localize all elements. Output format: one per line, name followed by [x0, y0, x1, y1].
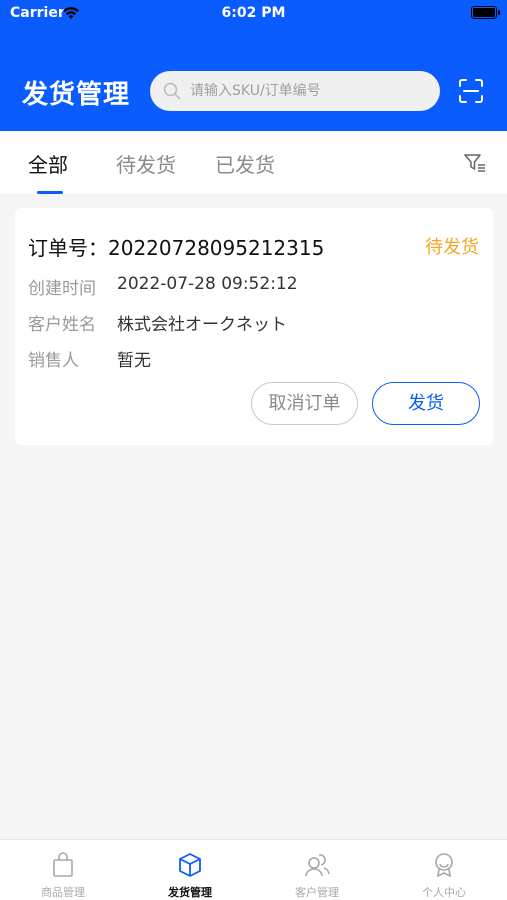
created-time-value: 2022-07-28 09:52:12 — [117, 274, 298, 294]
status-bar: Carrier 6:02 PM — [0, 0, 507, 28]
customer-name-value: 株式会社オークネット — [117, 315, 287, 335]
search-icon — [162, 81, 182, 105]
bag-icon — [51, 852, 75, 882]
cancel-order-button[interactable]: 取消订单 — [251, 382, 358, 425]
scan-icon[interactable] — [457, 77, 485, 109]
customer-name-label: 客户姓名 — [28, 315, 96, 335]
tab-pending[interactable]: 待发货 — [116, 149, 176, 178]
search-input[interactable] — [190, 71, 430, 111]
nav-label-products: 商品管理 — [41, 886, 85, 899]
order-number-value: 20220728095212315 — [108, 236, 325, 260]
page-title: 发货管理 — [22, 80, 131, 110]
nav-item-customers[interactable]: 客户管理 — [254, 840, 380, 900]
nav-label-profile: 个人中心 — [422, 886, 466, 899]
clock: 6:02 PM — [221, 5, 286, 21]
nav-item-products[interactable]: 商品管理 — [0, 840, 126, 900]
order-card: 订单号：20220728095212315 待发货 创建时间 2022-07-2… — [15, 208, 493, 445]
nav-item-profile[interactable]: 个人中心 — [381, 840, 507, 900]
bottom-nav: 商品管理 发货管理 客户管理 个人中心 — [0, 839, 507, 900]
salesperson-value: 暂无 — [117, 351, 151, 371]
search-bar[interactable] — [150, 71, 440, 111]
order-status-badge: 待发货 — [425, 237, 479, 258]
battery-icon — [471, 6, 500, 19]
ship-button[interactable]: 发货 — [372, 382, 480, 425]
filter-icon[interactable] — [463, 152, 487, 178]
created-time-label: 创建时间 — [28, 279, 96, 299]
nav-item-shipping[interactable]: 发货管理 — [127, 840, 253, 900]
users-icon — [304, 852, 330, 882]
tab-indicator — [37, 191, 63, 194]
nav-label-shipping: 发货管理 — [168, 886, 212, 899]
app-header: Carrier 6:02 PM 发货管理 — [0, 0, 507, 131]
order-number-label: 订单号： — [28, 236, 108, 260]
box-icon — [177, 852, 203, 882]
tab-all[interactable]: 全部 — [28, 149, 68, 178]
tab-bar: 全部 待发货 已发货 — [0, 131, 507, 194]
salesperson-label: 销售人 — [28, 351, 79, 371]
user-badge-icon — [432, 852, 456, 882]
tab-shipped[interactable]: 已发货 — [215, 149, 275, 178]
nav-label-customers: 客户管理 — [295, 886, 339, 899]
order-number: 订单号：20220728095212315 — [28, 232, 324, 261]
